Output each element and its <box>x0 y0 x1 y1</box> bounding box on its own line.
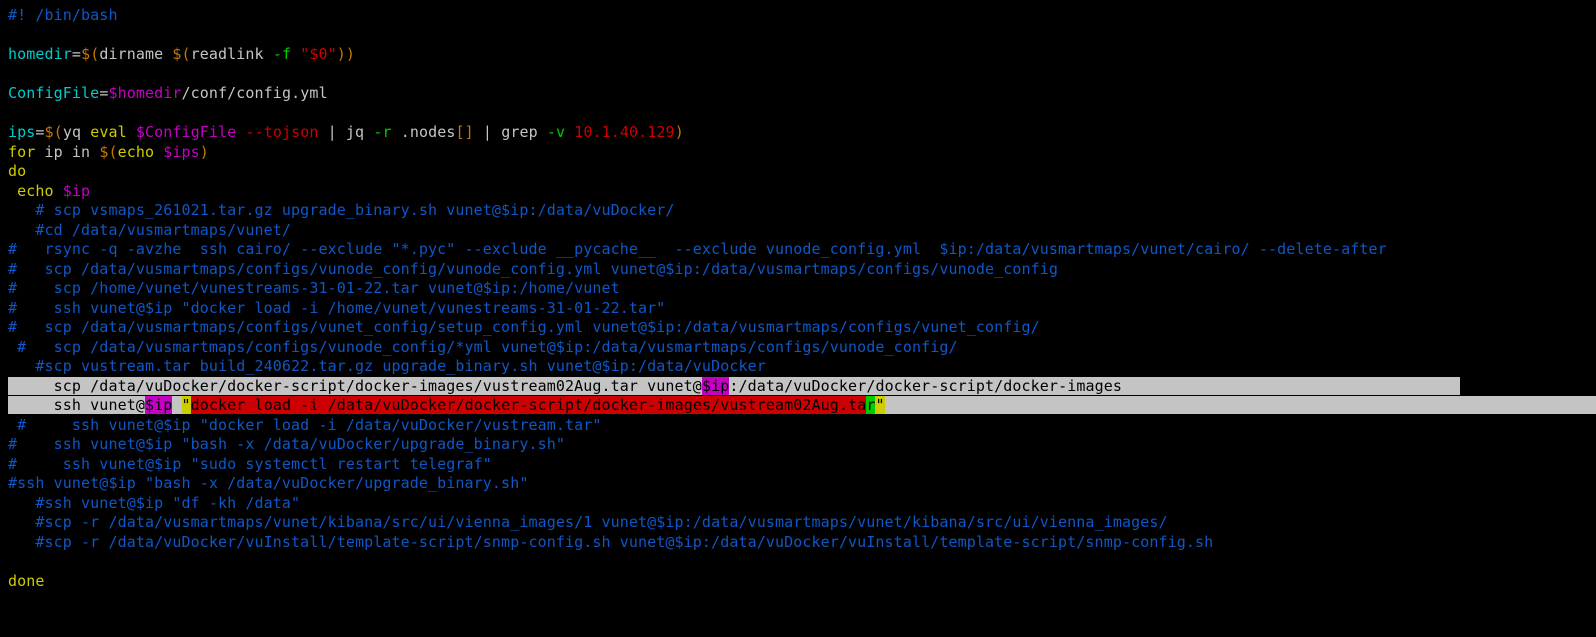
space <box>565 123 574 141</box>
ref-ips: $ips <box>163 143 200 161</box>
op-eq: = <box>35 123 44 141</box>
comment-line: #ssh vunet@$ip "bash -x /data/vuDocker/u… <box>8 474 528 492</box>
dollar-open: $( <box>45 123 63 141</box>
brackets: [] <box>456 123 474 141</box>
comment-line: # scp /data/vusmartmaps/configs/vunet_co… <box>8 318 1040 336</box>
pipe: | <box>474 123 501 141</box>
kw-done: done <box>8 572 45 590</box>
kw-for: for <box>8 143 35 161</box>
cmd-readlink: readlink <box>191 45 273 63</box>
open-quote: " <box>182 396 191 414</box>
dollar-open: $( <box>99 143 117 161</box>
cmd-yq: yq <box>63 123 90 141</box>
ref-homedir: $homedir <box>108 84 181 102</box>
dollar-open: $( <box>81 45 99 63</box>
close-paren: )) <box>337 45 355 63</box>
comment-line: # scp /data/vusmartmaps/configs/vunode_c… <box>8 260 1058 278</box>
kw-eval: eval <box>90 123 136 141</box>
comment-line: # ssh vunet@$ip "bash -x /data/vuDocker/… <box>8 435 565 453</box>
comment-line: # scp /data/vusmartmaps/configs/vunode_c… <box>8 338 958 356</box>
ref-ip: $ip <box>63 182 90 200</box>
space <box>54 182 63 200</box>
jq-path: .nodes <box>392 123 456 141</box>
selection-pad <box>8 377 54 395</box>
docker-load-string: docker load -i /data/vuDocker/docker-scr… <box>191 396 867 414</box>
for-args: ip in <box>35 143 99 161</box>
selected-scp-cmd: scp /data/vuDocker/docker-script/docker-… <box>54 377 702 395</box>
selected-scp-dest: :/data/vuDocker/docker-script/docker-ima… <box>729 377 1122 395</box>
comment-line: # ssh vunet@$ip "sudo systemctl restart … <box>8 455 492 473</box>
comment-line: # scp /home/vunet/vunestreams-31-01-22.t… <box>8 279 620 297</box>
arg-dollar-zero: "$0" <box>300 45 337 63</box>
selection-trail <box>1122 377 1460 395</box>
space <box>291 45 300 63</box>
code-editor-view[interactable]: #! /bin/bash homedir=$(dirname $(readlin… <box>0 0 1596 597</box>
cmd-echo: echo <box>8 182 54 200</box>
comment-line: #scp -r /data/vusmartmaps/vunet/kibana/s… <box>8 513 1168 531</box>
close-paren: ) <box>200 143 209 161</box>
comment-line: # rsync -q -avzhe ssh cairo/ --exclude "… <box>8 240 1387 258</box>
comment-line: # ssh vunet@$ip "docker load -i /home/vu… <box>8 299 665 317</box>
ip-literal: 10.1.40.129 <box>574 123 674 141</box>
var-configfile: ConfigFile <box>8 84 99 102</box>
var-homedir: homedir <box>8 45 72 63</box>
dollar-open-2: $( <box>172 45 190 63</box>
flag-v: -v <box>547 123 565 141</box>
comment-line: # scp vsmaps_261021.tar.gz upgrade_binar… <box>8 201 675 219</box>
comment-line: #scp -r /data/vuDocker/vuInstall/templat… <box>8 533 1213 551</box>
comment-line: #ssh vunet@$ip "df -kh /data" <box>8 494 300 512</box>
selected-ip-var: $ip <box>702 377 729 395</box>
close-quote: " <box>875 396 884 414</box>
var-ips: ips <box>8 123 35 141</box>
cmd-jq: jq <box>346 123 373 141</box>
selection-trail <box>885 396 1596 414</box>
pipe: | <box>319 123 346 141</box>
selected-ssh-cmd: ssh vunet@ <box>54 396 145 414</box>
path-config: /conf/config.yml <box>182 84 328 102</box>
space <box>172 396 181 414</box>
comment-line: # ssh vunet@$ip "docker load -i /data/vu… <box>8 416 602 434</box>
ref-configfile: $ConfigFile <box>136 123 236 141</box>
flag-f: -f <box>273 45 291 63</box>
cmd-grep: grep <box>501 123 547 141</box>
cmd-dirname: dirname <box>99 45 172 63</box>
cmd-echo: echo <box>118 143 164 161</box>
close-paren: ) <box>675 123 684 141</box>
line-shebang: #! /bin/bash <box>8 6 118 24</box>
selection-pad <box>8 396 54 414</box>
flag-r: -r <box>373 123 391 141</box>
comment-line: #cd /data/vusmartmaps/vunet/ <box>8 221 291 239</box>
kw-do: do <box>8 162 26 180</box>
selected-ip-var: $ip <box>145 396 172 414</box>
op-eq: = <box>72 45 81 63</box>
comment-line: #scp vustream.tar build_240622.tar.gz up… <box>8 357 766 375</box>
flag-tojson: --tojson <box>245 123 318 141</box>
